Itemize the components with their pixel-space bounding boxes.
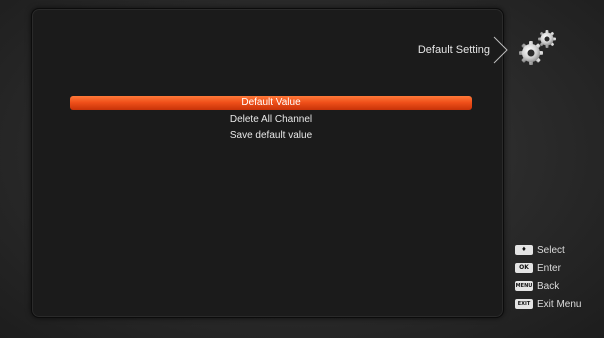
- legend-back: MENU Back: [515, 279, 600, 293]
- menu-item-delete-all-channel[interactable]: Delete All Channel: [70, 113, 472, 127]
- legend-enter: OK Enter: [515, 261, 600, 275]
- legend-label: Exit Menu: [537, 298, 582, 310]
- exit-key-icon: EXIT: [515, 299, 533, 309]
- select-key-icon: ♦: [515, 245, 533, 255]
- menu-item-save-default-value[interactable]: Save default value: [70, 129, 472, 143]
- legend-label: Enter: [537, 262, 561, 274]
- page-title: Default Setting: [417, 44, 490, 56]
- menu-key-icon: MENU: [515, 281, 533, 291]
- ok-key-icon: OK: [515, 263, 533, 273]
- legend-label: Back: [537, 280, 560, 292]
- legend-select: ♦ Select: [515, 243, 600, 257]
- gear-icon: [519, 30, 556, 65]
- legend-label: Select: [537, 244, 565, 256]
- menu-item-default-value[interactable]: Default Value: [70, 96, 472, 110]
- legend-exit-menu: EXIT Exit Menu: [515, 297, 600, 311]
